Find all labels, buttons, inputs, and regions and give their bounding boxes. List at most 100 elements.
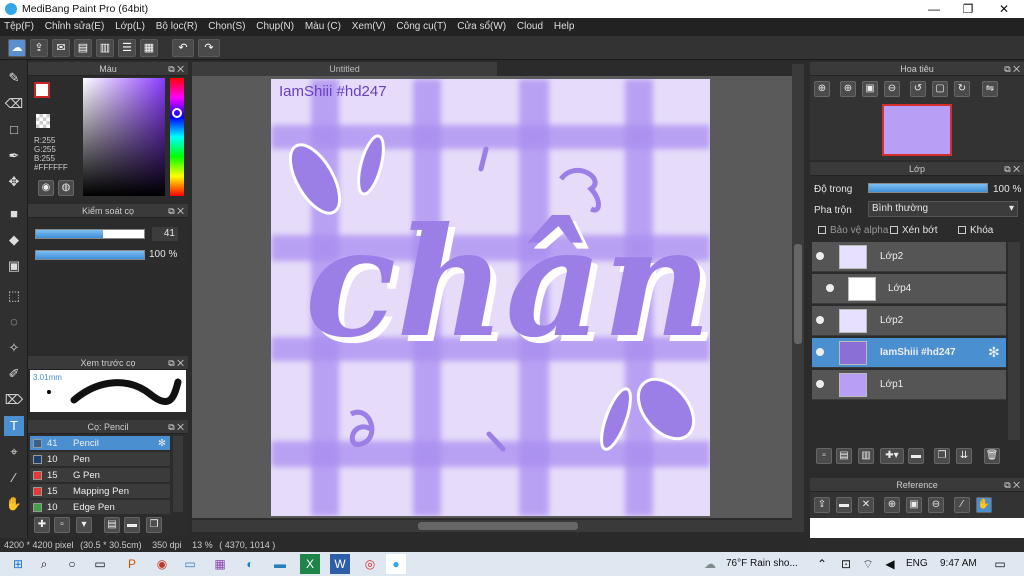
weather-text[interactable]: 76°F Rain sho... bbox=[726, 558, 798, 569]
select-rect-icon[interactable]: ⬚ bbox=[4, 286, 24, 306]
rotate-left-icon[interactable]: ↺ bbox=[910, 81, 926, 97]
upload-icon[interactable]: ⇪ bbox=[30, 39, 48, 57]
hand-icon[interactable]: ✋ bbox=[976, 497, 992, 513]
layer-row[interactable]: Lớp4 bbox=[812, 274, 1006, 304]
panel-close-icon[interactable]: ⧉ ✕ bbox=[1004, 162, 1020, 176]
gear-icon[interactable]: ✻ bbox=[988, 344, 1000, 361]
chat-icon[interactable]: ✉ bbox=[52, 39, 70, 57]
gradient-icon[interactable]: ▣ bbox=[4, 256, 24, 276]
undo-icon[interactable]: ↶ bbox=[172, 39, 194, 57]
file-explorer-icon[interactable]: ▬ bbox=[270, 554, 290, 574]
menu-filter[interactable]: Bộ lọc(R) bbox=[152, 18, 202, 36]
horizontal-scroll-thumb[interactable] bbox=[418, 522, 578, 530]
list-icon[interactable]: ☰ bbox=[118, 39, 136, 57]
medibang-taskbar-icon[interactable]: ● bbox=[386, 554, 406, 574]
eyedropper-icon[interactable]: ⁄ bbox=[954, 497, 970, 513]
volume-icon[interactable]: ◀ bbox=[880, 554, 900, 574]
text-icon[interactable]: T bbox=[4, 416, 24, 436]
eye-icon[interactable] bbox=[816, 348, 824, 356]
panel-close-icon[interactable]: ⧉ ✕ bbox=[1004, 62, 1020, 76]
reset-view-icon[interactable]: ▢ bbox=[932, 81, 948, 97]
duplicate-icon[interactable]: ❐ bbox=[146, 517, 162, 533]
menu-view[interactable]: Xem(V) bbox=[348, 18, 390, 36]
minimize-button[interactable]: — bbox=[916, 0, 952, 18]
protect-alpha-checkbox[interactable]: Bảo vệ alpha bbox=[818, 225, 888, 236]
menu-layer[interactable]: Lớp(L) bbox=[111, 18, 149, 36]
eye-icon[interactable] bbox=[816, 252, 824, 260]
fit-window-icon[interactable]: ▣ bbox=[906, 497, 922, 513]
brush-menu-icon[interactable]: ▾ bbox=[76, 517, 92, 533]
chrome-icon[interactable]: ◎ bbox=[360, 554, 380, 574]
magic-wand-icon[interactable]: ✧ bbox=[4, 338, 24, 358]
merge-layer-icon[interactable]: ⇊ bbox=[956, 448, 972, 464]
powerpoint-icon[interactable]: P bbox=[122, 554, 142, 574]
new-brush-icon[interactable]: ▫ bbox=[54, 517, 70, 533]
close-button[interactable]: ✕ bbox=[986, 0, 1022, 18]
add-layer-menu-icon[interactable]: ✚▾ bbox=[880, 448, 904, 464]
menu-color[interactable]: Màu (C) bbox=[301, 18, 345, 36]
brush-item[interactable]: 10 Pen bbox=[30, 452, 170, 467]
clipping-checkbox[interactable]: Xén bớt bbox=[890, 225, 937, 236]
close-icon[interactable]: ✕ bbox=[858, 497, 874, 513]
menu-help[interactable]: Help bbox=[550, 18, 579, 36]
menu-file[interactable]: Tệp(F) bbox=[0, 18, 38, 36]
rotate-right-icon[interactable]: ↻ bbox=[954, 81, 970, 97]
layer-row-selected[interactable]: IamShiii #hd247 ✻ bbox=[812, 338, 1006, 368]
menu-cloud[interactable]: Cloud bbox=[513, 18, 547, 36]
zoom-out-icon[interactable]: ⊖ bbox=[884, 81, 900, 97]
eye-icon[interactable] bbox=[826, 284, 834, 292]
new-layer-8bit-icon[interactable]: ▤ bbox=[836, 448, 852, 464]
new-layer-1bit-icon[interactable]: ▥ bbox=[858, 448, 874, 464]
open-folder-icon[interactable]: ▬ bbox=[836, 497, 852, 513]
eye-icon[interactable] bbox=[816, 380, 824, 388]
move-icon[interactable]: ✥ bbox=[4, 172, 24, 192]
gear-icon[interactable]: ✻ bbox=[158, 436, 166, 451]
bucket-icon[interactable]: ◆ bbox=[4, 230, 24, 250]
comment-icon[interactable]: ▤ bbox=[74, 39, 92, 57]
app-icon[interactable]: ◉ bbox=[152, 554, 172, 574]
brush-item[interactable]: 15 G Pen bbox=[30, 468, 170, 483]
eraser-icon[interactable]: ⌫ bbox=[4, 94, 24, 114]
lasso-icon[interactable]: ◌ bbox=[4, 312, 24, 332]
hue-slider[interactable] bbox=[170, 78, 184, 196]
brush-size-value[interactable]: 41 bbox=[152, 227, 178, 241]
redo-icon[interactable]: ↷ bbox=[198, 39, 220, 57]
select-pen-icon[interactable]: ✐ bbox=[4, 364, 24, 384]
menu-edit[interactable]: Chỉnh sửa(E) bbox=[41, 18, 109, 36]
folder-icon[interactable]: ▬ bbox=[908, 448, 924, 464]
brush-list-scrollbar[interactable] bbox=[173, 436, 183, 512]
canvas-vertical-scrollbar[interactable] bbox=[792, 64, 804, 522]
maximize-button[interactable]: ❐ bbox=[950, 0, 986, 18]
language-indicator[interactable]: ENG bbox=[906, 558, 928, 569]
zoom-in-icon[interactable]: ⊕ bbox=[840, 81, 856, 97]
panel-close-icon[interactable]: ⧉ ✕ bbox=[168, 356, 184, 370]
zoom-in-icon[interactable]: ⊕ bbox=[884, 497, 900, 513]
reference-canvas[interactable] bbox=[810, 518, 1024, 538]
tray-chevron-icon[interactable]: ⌃ bbox=[812, 554, 832, 574]
navigator-thumbnail[interactable] bbox=[882, 104, 952, 156]
layers-scrollbar[interactable] bbox=[1008, 242, 1020, 440]
network-icon[interactable]: ⊡ bbox=[836, 554, 856, 574]
canvas-horizontal-scrollbar[interactable] bbox=[192, 520, 804, 532]
brush-item[interactable]: 10 Edge Pen bbox=[30, 500, 170, 514]
panel-close-icon[interactable]: ⧉ ✕ bbox=[168, 204, 184, 218]
zoom-out-icon[interactable]: ⊖ bbox=[928, 497, 944, 513]
layer-row[interactable]: Lớp2 bbox=[812, 306, 1006, 336]
flip-icon[interactable]: ⇋ bbox=[982, 81, 998, 97]
eye-icon[interactable] bbox=[816, 316, 824, 324]
lock-checkbox[interactable]: Khóa bbox=[958, 225, 993, 236]
brush-icon[interactable]: ✎ bbox=[4, 68, 24, 88]
canvas-paper[interactable]: IamShiii #hd247 chân chân bbox=[271, 79, 710, 516]
new-layer-icon[interactable]: ▫ bbox=[816, 448, 832, 464]
menu-tools[interactable]: Công cụ(T) bbox=[392, 18, 450, 36]
brush-size-slider[interactable] bbox=[35, 229, 145, 239]
clock[interactable]: 9:47 AM bbox=[940, 558, 977, 569]
pen-icon[interactable]: ✒ bbox=[4, 146, 24, 166]
panel-close-icon[interactable]: ⧉ ✕ bbox=[168, 62, 184, 76]
hand-icon[interactable]: ✋ bbox=[4, 494, 24, 514]
photos-icon[interactable]: ▦ bbox=[210, 554, 230, 574]
layer-opacity-slider[interactable] bbox=[868, 183, 988, 193]
brush-item[interactable]: 15 Mapping Pen bbox=[30, 484, 170, 499]
brush-opacity-slider[interactable] bbox=[35, 250, 145, 260]
search-icon[interactable]: ⌕ bbox=[34, 554, 54, 574]
